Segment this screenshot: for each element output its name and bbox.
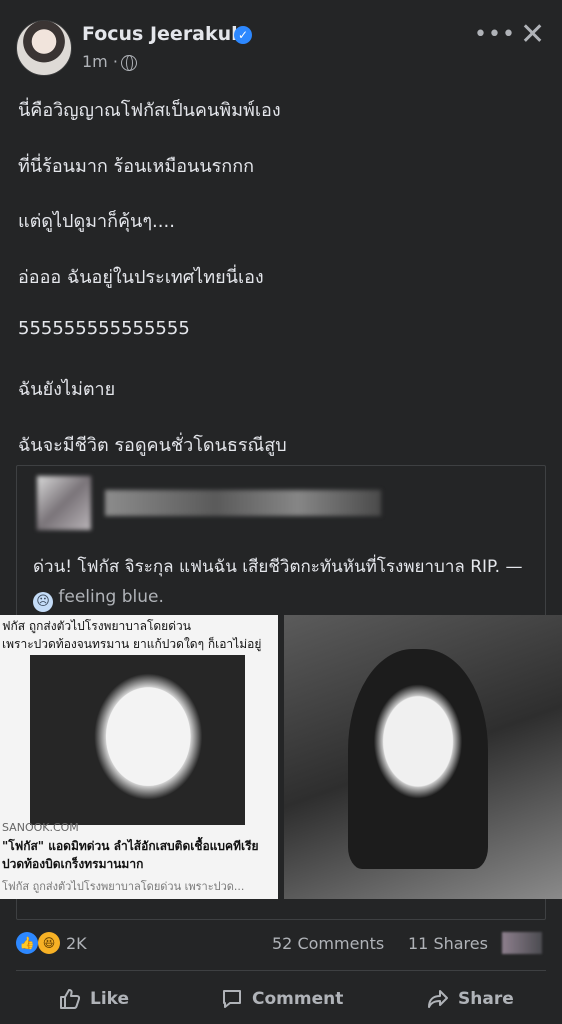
post-line-3: แต่ดูไปดูมาก็คุ้นๆ.... [18, 211, 175, 232]
post-line-5: 555555555555555 [18, 318, 190, 339]
share-label: Share [458, 989, 514, 1009]
share-button[interactable]: Share [426, 985, 514, 1013]
news-top-line-2: เพราะปวดท้องจนทรมาน ยาแก้ปวดใดๆ ก็เอาไม่… [2, 637, 262, 651]
selfie-portrait-image [348, 649, 488, 869]
news-screenshot-photo[interactable]: ฟกัส ถูกส่งตัวไปโรงพยาบาลโดยด่วน เพราะปว… [0, 615, 278, 899]
comment-label: Comment [252, 989, 344, 1009]
news-top-caption: ฟกัส ถูกส่งตัวไปโรงพยาบาลโดยด่วน เพราะปว… [2, 617, 261, 653]
comment-count[interactable]: 52 Comments [272, 934, 384, 953]
blurred-name [105, 490, 381, 516]
status-strip [0, 0, 562, 8]
more-options-icon[interactable]: ••• [474, 22, 516, 47]
news-portrait-image [30, 655, 245, 825]
author-avatar[interactable] [16, 20, 72, 76]
news-source: SANOOK.COM [2, 821, 79, 834]
like-icon [60, 989, 81, 1009]
post-line-7: ฉันจะมีชีวิต รอดูคนชั่วโดนธรณีสูบ [18, 435, 287, 456]
share-count[interactable]: 11 Shares [408, 934, 488, 953]
public-globe-icon [121, 55, 137, 71]
feeling-text: feeling blue. [58, 587, 164, 607]
news-headline: "โฟกัส" แอดมิทด่วน ลำไส้อักเสบติดเชื้อแบ… [2, 837, 259, 873]
news-description: โฟกัส ถูกส่งตัวไปโรงพยาบาลโดยด่วน เพราะป… [2, 880, 245, 893]
news-headline-line-2: ปวดท้องบิดเกร็งทรมานมาก [2, 857, 144, 871]
sad-face-icon: ☹ [33, 592, 53, 612]
post-line-6: ฉันยังไม่ตาย [18, 379, 116, 400]
post-line-4: อ่อออ ฉันอยู่ในประเทศไทยนี่เอง [18, 267, 264, 288]
viewer-avatar-blurred [502, 932, 542, 954]
meta-separator: · [112, 52, 118, 71]
comment-icon [223, 990, 241, 1008]
selfie-photo[interactable] [284, 615, 562, 899]
shared-post-text: ด่วน! โฟกัส จิระกุล แฟนฉัน เสียชีวิตกะทั… [33, 552, 537, 612]
comment-button[interactable]: Comment [220, 985, 343, 1013]
post-time[interactable]: 1m [82, 52, 108, 71]
post-line-1: นี่คือวิญญาณโฟกัสเป็นคนพิมพ์เอง [18, 100, 281, 121]
shared-post-message: ด่วน! โฟกัส จิระกุล แฟนฉัน เสียชีวิตกะทั… [33, 557, 523, 577]
author-name[interactable]: Focus Jeerakul [82, 23, 238, 45]
like-reaction-icon[interactable]: 👍 [16, 932, 38, 954]
verified-badge-icon: ✓ [234, 26, 252, 44]
action-divider [16, 970, 546, 971]
reaction-count[interactable]: 2K [66, 934, 87, 953]
share-icon [428, 990, 448, 1008]
like-label: Like [90, 989, 130, 1009]
post-line-2: ที่นี่ร้อนมาก ร้อนเหมือนนรกกก [18, 156, 254, 177]
haha-reaction-icon[interactable]: 😆 [38, 932, 60, 954]
photo-grid: ฟกัส ถูกส่งตัวไปโรงพยาบาลโดยด่วน เพราะปว… [0, 615, 562, 899]
news-top-line-1: ฟกัส ถูกส่งตัวไปโรงพยาบาลโดยด่วน [2, 619, 191, 633]
like-button[interactable]: Like [58, 985, 129, 1013]
close-icon[interactable]: ✕ [520, 20, 545, 50]
blurred-avatar [37, 476, 91, 530]
post-meta: 1m · [82, 52, 118, 71]
news-headline-line-1: "โฟกัส" แอดมิทด่วน ลำไส้อักเสบติดเชื้อแบ… [2, 839, 259, 853]
